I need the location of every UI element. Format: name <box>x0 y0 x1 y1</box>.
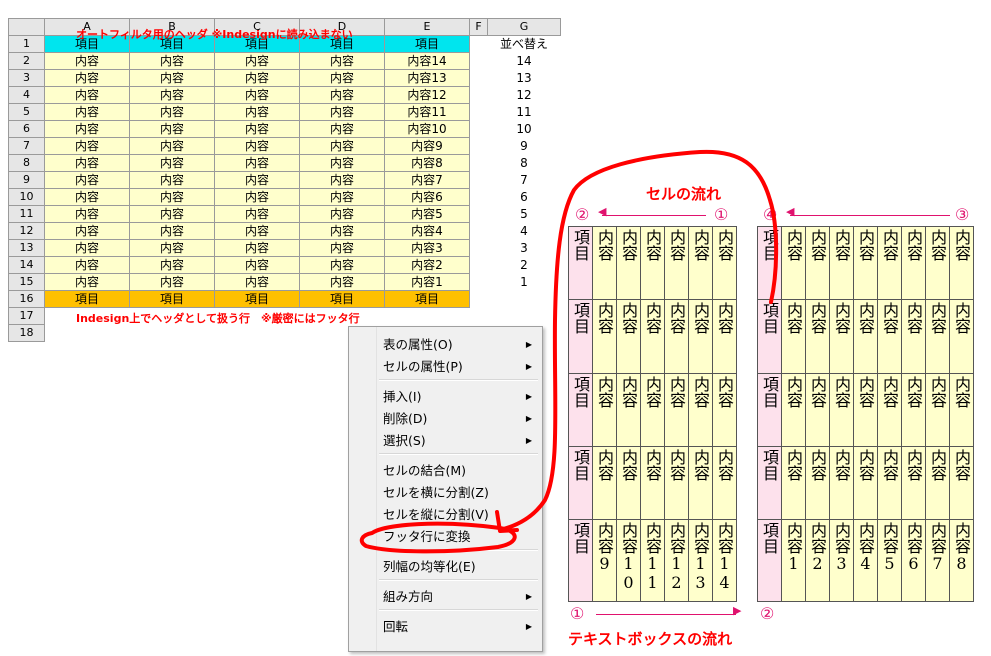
footer-convert-highlight-circle <box>359 521 517 554</box>
hand-drawn-annotation-overlay <box>359 149 779 554</box>
cell-flow-curved-arrow <box>498 149 779 532</box>
